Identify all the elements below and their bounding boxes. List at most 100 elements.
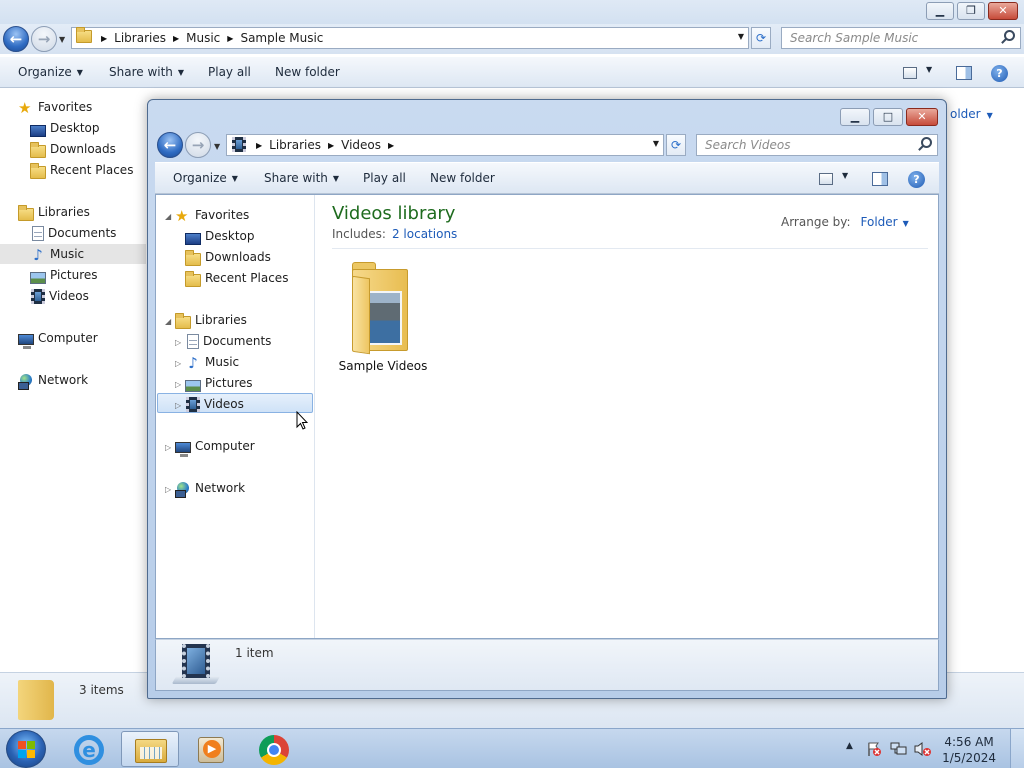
forward-button[interactable]: → <box>185 132 211 158</box>
history-dropdown-icon[interactable]: ▼ <box>214 142 220 151</box>
nav-network[interactable]: ▷ Network <box>165 478 245 498</box>
nav-documents[interactable]: Documents <box>30 223 116 243</box>
start-button[interactable] <box>6 730 46 768</box>
downloads-folder-icon <box>30 142 46 158</box>
nav-videos[interactable]: Videos <box>30 286 89 306</box>
taskbar-internet-explorer[interactable]: e <box>60 731 118 767</box>
address-box[interactable]: ▶ Libraries ▶ Videos ▶ ▼ <box>226 134 664 156</box>
nav-pictures[interactable]: Pictures <box>30 265 98 285</box>
share-with-button[interactable]: Share with ▼ <box>109 65 184 79</box>
chevron-down-icon[interactable]: ▼ <box>903 219 909 228</box>
clock-time: 4:56 AM <box>944 735 994 749</box>
nav-recent-places[interactable]: Recent Places <box>185 268 288 288</box>
background-command-bar: Organize ▼ Share with ▼ Play all New folde… <box>0 56 1024 88</box>
minimize-button[interactable]: ▁ <box>926 2 954 20</box>
clock-date: 1/5/2024 <box>942 751 996 765</box>
preview-pane-icon[interactable] <box>956 66 972 80</box>
explorer-body: ◢ ★ Favorites Desktop Downloads Recent Pla… <box>155 194 939 639</box>
network-icon <box>18 373 34 390</box>
nav-downloads[interactable]: Downloads <box>30 139 116 159</box>
downloads-folder-icon <box>185 250 201 266</box>
search-icon[interactable] <box>1004 30 1015 41</box>
breadcrumb-item[interactable]: Music <box>186 31 220 45</box>
folder-item-label: Sample Videos <box>338 359 428 373</box>
search-input[interactable]: Search Videos <box>696 134 938 156</box>
nav-desktop[interactable]: Desktop <box>30 118 100 138</box>
share-with-button[interactable]: Share with ▼ <box>264 171 339 185</box>
computer-icon <box>18 334 34 349</box>
locations-link[interactable]: 2 locations <box>392 227 457 241</box>
nav-favorites[interactable]: ◢ ★ Favorites <box>165 205 249 225</box>
nav-desktop[interactable]: Desktop <box>185 226 255 246</box>
nav-computer[interactable]: Computer <box>18 328 98 349</box>
forward-button[interactable]: → <box>31 26 57 52</box>
nav-downloads[interactable]: Downloads <box>185 247 271 267</box>
address-dropdown-icon[interactable]: ▼ <box>738 32 744 41</box>
nav-libraries[interactable]: ◢ Libraries <box>165 310 247 330</box>
nav-computer[interactable]: ▷ Computer <box>165 436 255 457</box>
history-dropdown-icon[interactable]: ▼ <box>59 35 65 44</box>
network-status-icon[interactable] <box>890 741 907 757</box>
help-icon[interactable]: ? <box>991 65 1008 82</box>
videos-icon <box>232 137 246 152</box>
pictures-icon <box>185 379 201 392</box>
taskbar-chrome[interactable] <box>244 731 302 767</box>
nav-network[interactable]: Network <box>18 370 88 390</box>
show-hidden-icons-button[interactable]: ▲ <box>846 741 853 751</box>
help-icon[interactable]: ? <box>908 171 925 188</box>
taskbar-media-player[interactable] <box>182 731 240 767</box>
maximize-button[interactable]: □ <box>873 108 903 126</box>
preview-pane-icon[interactable] <box>872 172 888 186</box>
close-button[interactable]: ✕ <box>988 2 1018 20</box>
minimize-button[interactable]: ▁ <box>840 108 870 126</box>
nav-music[interactable]: ♪ Music <box>0 244 146 264</box>
refresh-button[interactable]: ⟳ <box>666 134 686 156</box>
view-options-dropdown-icon[interactable]: ▼ <box>926 65 932 74</box>
back-button[interactable]: ← <box>3 26 29 52</box>
show-desktop-button[interactable] <box>1010 729 1024 768</box>
taskbar-windows-explorer[interactable] <box>121 731 179 767</box>
arrange-by: Arrange by: Folder ▼ <box>781 215 909 229</box>
change-view-icon[interactable] <box>819 173 833 185</box>
new-folder-button[interactable]: New folder <box>275 65 340 79</box>
nav-pictures[interactable]: ▷ Pictures <box>175 373 253 393</box>
recent-places-icon <box>30 163 46 179</box>
nav-music[interactable]: ▷ ♪ Music <box>175 352 239 372</box>
nav-recent-places[interactable]: Recent Places <box>30 160 133 180</box>
organize-button[interactable]: Organize ▼ <box>18 65 83 79</box>
new-folder-button[interactable]: New folder <box>430 171 495 185</box>
pane-splitter[interactable] <box>314 195 315 638</box>
arrange-by-partial[interactable]: older ▼ <box>950 107 993 121</box>
nav-videos[interactable]: ▷ Videos <box>157 393 313 413</box>
action-center-flag-icon[interactable] <box>866 741 882 757</box>
breadcrumb-item[interactable]: Libraries <box>114 31 166 45</box>
windows-explorer-icon <box>135 739 167 763</box>
videos-icon <box>186 397 200 412</box>
folder-large-icon <box>18 680 54 720</box>
breadcrumb-item[interactable]: Sample Music <box>240 31 323 45</box>
address-dropdown-icon[interactable]: ▼ <box>653 139 659 148</box>
breadcrumb-item[interactable]: Libraries <box>269 138 321 152</box>
view-options-dropdown-icon[interactable]: ▼ <box>842 171 848 180</box>
play-all-button[interactable]: Play all <box>208 65 251 79</box>
address-box[interactable]: ▶ Libraries ▶ Music ▶ Sample Music ▼ <box>71 27 749 49</box>
search-input[interactable]: Search Sample Music <box>781 27 1021 49</box>
organize-button[interactable]: Organize ▼ <box>173 171 238 185</box>
nav-documents[interactable]: ▷ Documents <box>175 331 271 351</box>
documents-icon <box>32 226 44 241</box>
change-view-icon[interactable] <box>903 67 917 79</box>
system-clock[interactable]: 4:56 AM 1/5/2024 <box>942 734 996 766</box>
arrange-by-dropdown[interactable]: Folder <box>861 215 898 229</box>
close-button[interactable]: ✕ <box>906 108 938 126</box>
back-button[interactable]: ← <box>157 132 183 158</box>
search-icon[interactable] <box>921 137 932 148</box>
restore-button[interactable]: ❐ <box>957 2 985 20</box>
refresh-button[interactable]: ⟳ <box>751 27 771 49</box>
nav-favorites[interactable]: ★ Favorites <box>18 97 92 117</box>
volume-muted-icon[interactable] <box>914 741 931 757</box>
play-all-button[interactable]: Play all <box>363 171 406 185</box>
folder-item[interactable]: Sample Videos <box>338 257 428 377</box>
breadcrumb-item[interactable]: Videos <box>341 138 381 152</box>
desktop-icon <box>30 124 46 137</box>
nav-libraries[interactable]: Libraries <box>18 202 90 222</box>
